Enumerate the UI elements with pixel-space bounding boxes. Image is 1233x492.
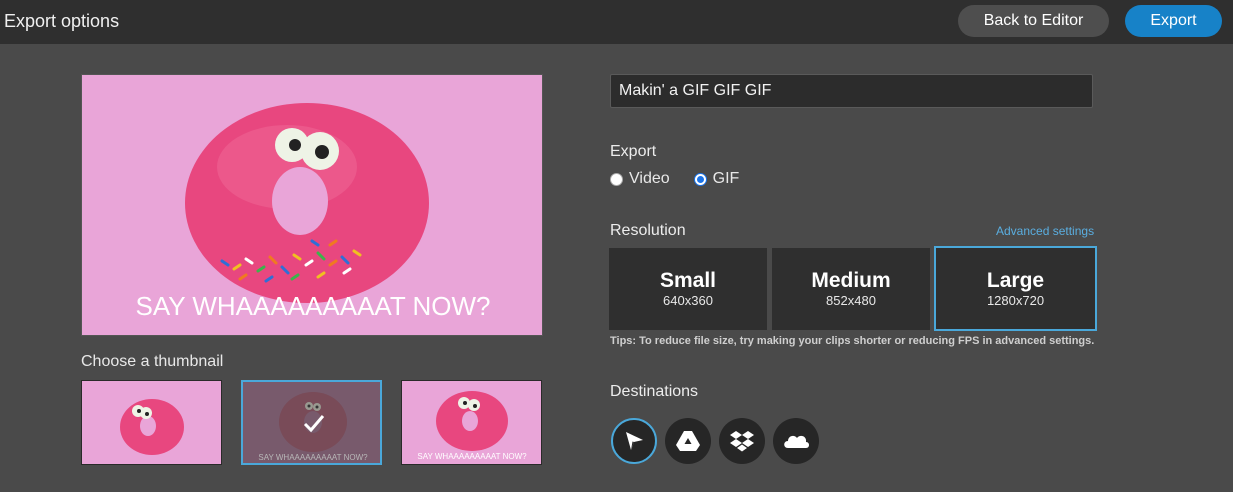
page-title: Export options <box>4 11 120 31</box>
preview-image: SAY WHAAAAAAAAAT NOW? <box>82 75 542 335</box>
destination-google-drive[interactable] <box>665 418 711 464</box>
thumbnail-caption: SAY WHAAAAAAAAAT NOW? <box>417 452 527 461</box>
resolution-name: Large <box>986 268 1045 292</box>
video-radio-label[interactable]: Video <box>629 170 670 188</box>
thumbnail-option-3[interactable]: SAY WHAAAAAAAAAT NOW? <box>401 380 542 465</box>
resolution-dimensions: 640x360 <box>663 293 713 308</box>
thumbnail-caption: SAY WHAAAAAAAAAT NOW? <box>258 453 368 462</box>
resolution-medium-option[interactable]: Medium 852x480 <box>772 248 930 330</box>
export-type-label: Export <box>610 143 657 160</box>
export-type-options: Video GIF <box>610 170 739 188</box>
thumbnail-image: SAY WHAAAAAAAAAT NOW? <box>402 381 541 464</box>
resolution-name: Small <box>659 269 717 292</box>
google-drive-icon <box>676 431 700 451</box>
resolution-label: Resolution <box>610 222 686 239</box>
back-to-editor-button[interactable]: Back to Editor <box>958 5 1109 37</box>
advanced-settings-link[interactable]: Advanced settings <box>996 224 1094 238</box>
thumbnail-option-2[interactable]: SAY WHAAAAAAAAAT NOW? <box>241 380 382 465</box>
export-button[interactable]: Export <box>1125 5 1222 37</box>
gif-title-input[interactable] <box>610 74 1093 108</box>
thumbnail-option-1[interactable] <box>81 380 222 465</box>
resolution-dimensions: 852x480 <box>826 293 876 308</box>
top-bar: Export options Back to Editor Export <box>0 0 1233 44</box>
destination-send[interactable] <box>611 418 657 464</box>
thumbnail-image <box>82 381 221 464</box>
gif-radio-label[interactable]: GIF <box>713 170 740 188</box>
send-icon <box>626 432 643 450</box>
dropbox-icon <box>730 431 754 452</box>
choose-thumbnail-label: Choose a thumbnail <box>81 353 224 370</box>
destination-onedrive[interactable] <box>773 418 819 464</box>
destination-dropbox[interactable] <box>719 418 765 464</box>
resolution-large-option[interactable]: Large 1280x720 <box>934 246 1097 331</box>
onedrive-icon <box>784 435 809 448</box>
gif-radio[interactable] <box>693 172 707 186</box>
resolution-dimensions: 1280x720 <box>986 292 1045 308</box>
resolution-name: Medium <box>811 269 891 292</box>
video-preview: SAY WHAAAAAAAAAT NOW? <box>81 74 543 336</box>
resolution-small-option[interactable]: Small 640x360 <box>609 248 767 330</box>
destinations-label: Destinations <box>610 383 699 400</box>
thumbnail-image: SAY WHAAAAAAAAAT NOW? <box>243 382 380 463</box>
preview-caption: SAY WHAAAAAAAAAT NOW? <box>136 291 491 321</box>
file-size-tips: Tips: To reduce file size, try making yo… <box>610 335 1095 347</box>
video-radio[interactable] <box>610 172 623 186</box>
